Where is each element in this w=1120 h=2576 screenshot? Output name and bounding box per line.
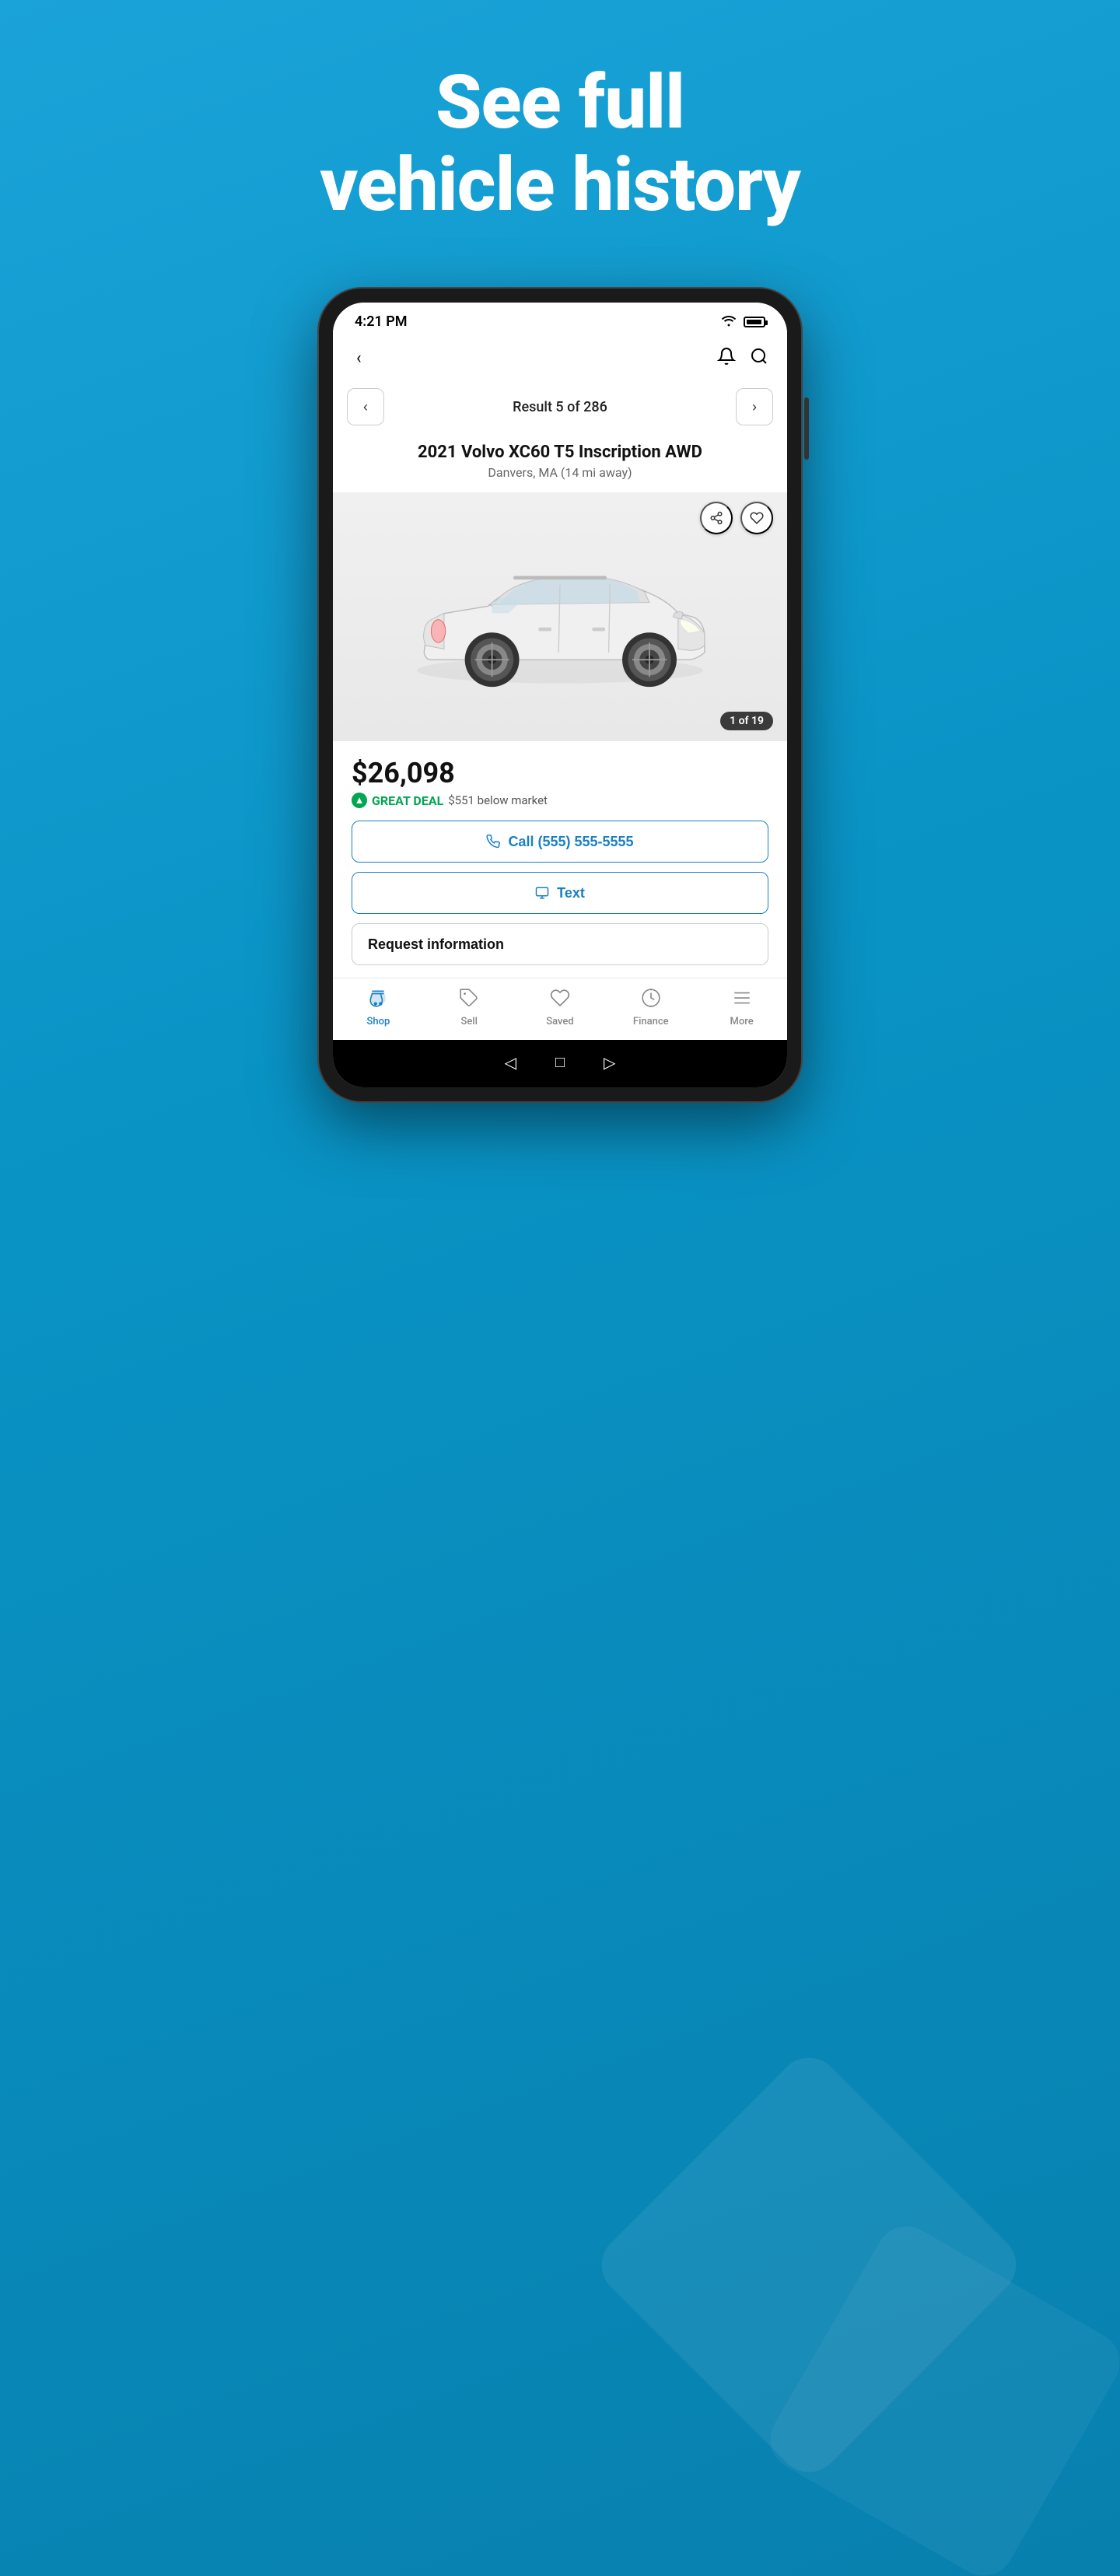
car-illustration xyxy=(381,516,739,718)
nav-sell-label: Sell xyxy=(460,1016,477,1027)
android-home-icon[interactable]: □ xyxy=(555,1052,565,1072)
status-bar: 4:21 PM xyxy=(333,303,787,336)
nav-item-shop[interactable]: Shop xyxy=(351,988,405,1027)
nav-finance-label: Finance xyxy=(633,1016,669,1027)
deal-icon: ▲ xyxy=(352,793,367,808)
image-counter: 1 of 19 xyxy=(720,712,773,730)
nav-item-more[interactable]: More xyxy=(715,988,769,1027)
call-button[interactable]: Call (555) 555-5555 xyxy=(352,821,768,863)
nav-item-sell[interactable]: Sell xyxy=(442,988,496,1027)
phone-mockup: 4:21 PM xyxy=(319,289,801,1101)
search-icon[interactable] xyxy=(750,347,768,370)
finance-icon xyxy=(641,988,661,1013)
result-counter: Result 5 of 286 xyxy=(513,399,607,415)
more-icon xyxy=(732,988,752,1013)
price-section: $26,098 ▲ GREAT DEAL $551 below market xyxy=(333,741,787,808)
text-button-label: Text xyxy=(557,885,585,901)
request-info-label: Request information xyxy=(368,936,504,953)
battery-icon xyxy=(744,317,765,327)
status-time: 4:21 PM xyxy=(355,313,408,330)
deal-badge: ▲ GREAT DEAL $551 below market xyxy=(352,793,768,808)
hero-line1: See full xyxy=(436,59,684,146)
action-buttons-container: Call (555) 555-5555 Text Request informa… xyxy=(333,808,787,978)
android-navigation-bar: ◁ □ ▷ xyxy=(333,1040,787,1087)
nav-item-saved[interactable]: Saved xyxy=(533,988,587,1027)
prev-result-button[interactable]: ‹ xyxy=(347,388,384,425)
app-nav-bar: ‹ xyxy=(333,336,787,380)
android-recents-icon[interactable]: ▷ xyxy=(604,1053,615,1072)
text-button[interactable]: Text xyxy=(352,872,768,914)
nav-more-label: More xyxy=(730,1016,753,1027)
phone-frame: 4:21 PM xyxy=(319,289,801,1101)
image-action-buttons xyxy=(700,502,773,534)
notification-icon[interactable] xyxy=(717,347,736,370)
back-button[interactable]: ‹ xyxy=(352,344,366,373)
next-result-button[interactable]: › xyxy=(736,388,773,425)
request-info-button[interactable]: Request information xyxy=(352,923,768,965)
call-button-label: Call (555) 555-5555 xyxy=(508,834,633,850)
nav-action-icons xyxy=(717,347,768,370)
vehicle-info: 2021 Volvo XC60 T5 Inscription AWD Danve… xyxy=(333,433,787,485)
android-back-icon[interactable]: ◁ xyxy=(505,1053,516,1072)
nav-shop-label: Shop xyxy=(367,1016,390,1027)
deal-sub: $551 below market xyxy=(448,793,548,807)
hero-line2: vehicle history xyxy=(320,142,800,229)
wifi-icon xyxy=(720,314,737,330)
saved-icon xyxy=(550,988,570,1013)
bottom-navigation: Shop Sell xyxy=(333,978,787,1040)
nav-saved-label: Saved xyxy=(546,1016,573,1027)
nav-item-finance[interactable]: Finance xyxy=(624,988,678,1027)
sell-icon xyxy=(459,988,479,1013)
vehicle-location: Danvers, MA (14 mi away) xyxy=(352,465,768,480)
deal-label: GREAT DEAL xyxy=(372,793,443,808)
status-icons xyxy=(720,314,765,330)
phone-screen: 4:21 PM xyxy=(333,303,787,1087)
vehicle-title: 2021 Volvo XC60 T5 Inscription AWD xyxy=(352,443,768,462)
car-image-container[interactable]: 1 of 19 xyxy=(333,492,787,741)
favorite-button[interactable] xyxy=(740,502,773,534)
shop-icon xyxy=(368,988,388,1013)
share-button[interactable] xyxy=(700,502,733,534)
vehicle-price: $26,098 xyxy=(352,757,768,789)
hero-heading: See full vehicle history xyxy=(289,0,831,273)
result-navigation: ‹ Result 5 of 286 › xyxy=(333,380,787,433)
